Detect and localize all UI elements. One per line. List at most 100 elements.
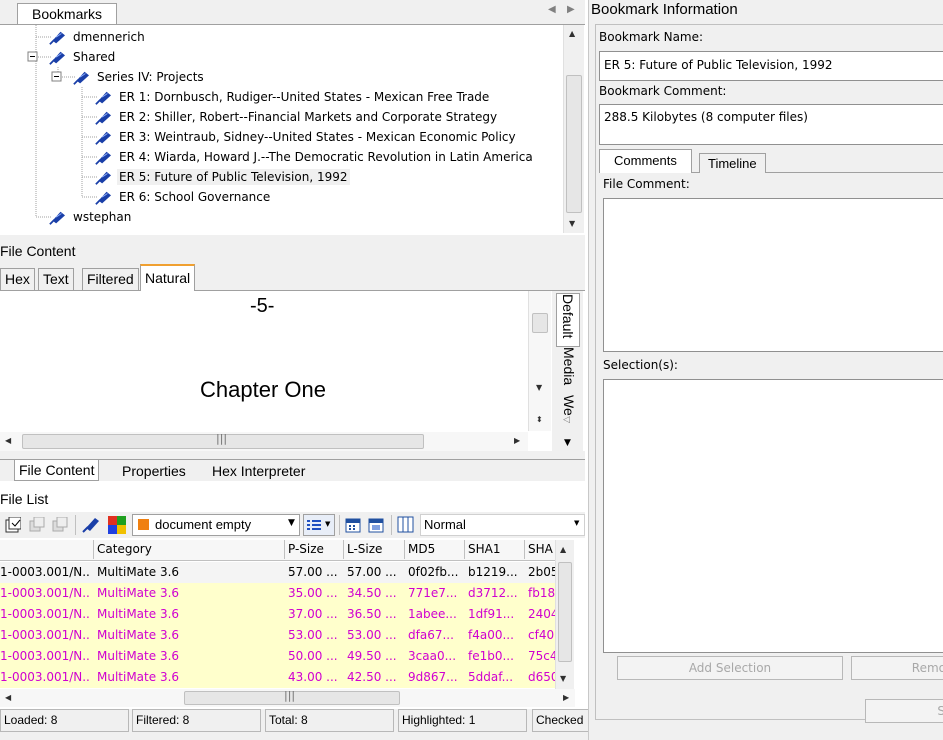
table-cell-md5: 9d867... [408, 670, 458, 684]
bookmark-tree-item[interactable]: ER 5: Future of Public Television, 1992 [94, 167, 350, 187]
tab-properties[interactable]: Properties [122, 463, 186, 479]
col-sha1-header[interactable]: SHA1 [465, 540, 525, 559]
scroll-down-icon[interactable]: ▼ [569, 219, 575, 228]
doc-scroll-updown-icon[interactable]: ⬍ [536, 415, 543, 424]
filter-dropdown-arrow-icon[interactable]: ▼ [288, 518, 295, 528]
bookmark-tree-label: ER 1: Dornbusch, Rudiger--United States … [119, 90, 490, 104]
table-cell-name: 1-0003.001/N... [0, 649, 90, 663]
view-select-arrow-icon[interactable]: ▼ [574, 519, 579, 527]
col-name-header[interactable] [0, 540, 94, 559]
table-scroll-thumb[interactable] [558, 562, 572, 662]
table-cell-sha1: fe1b0... [468, 649, 514, 663]
bookmark-comment-field[interactable]: 288.5 Kilobytes (8 computer files) [599, 104, 943, 145]
tab-hex[interactable]: Hex [0, 268, 35, 290]
view-mode-dropdown[interactable]: ▼ [303, 514, 335, 536]
calendar-icon[interactable] [345, 516, 363, 534]
table-cell-category: MultiMate 3.6 [97, 565, 180, 579]
columns-icon[interactable] [397, 516, 415, 534]
tab-text[interactable]: Text [38, 268, 74, 290]
table-cell-name: 1-0003.001/N... [0, 628, 90, 642]
tab-file-content[interactable]: File Content [14, 460, 100, 481]
side-tab-media[interactable]: Media [558, 347, 580, 385]
bookmark-tree-item[interactable]: dmennerich [48, 27, 147, 47]
bookmark-tree[interactable]: dmennerich Shared Series IV: Projects ER 1:… [0, 25, 563, 233]
table-cell-md5: 3caa0... [408, 649, 457, 663]
doc-scroll-thumb[interactable] [532, 313, 548, 333]
side-tab-we[interactable]: We [558, 395, 580, 416]
bookmark-pin-icon [94, 190, 112, 206]
table-cell-name: 1-0003.001/N... [0, 607, 90, 621]
select-all-icon[interactable] [5, 517, 21, 533]
bookmark-tree-item[interactable]: ER 6: School Governance [94, 187, 272, 207]
add-selection-button[interactable]: Add Selection [617, 656, 843, 680]
tabs-scroll-left-icon[interactable]: ◀ [548, 4, 556, 15]
bookmark-tree-item[interactable]: Shared [48, 47, 117, 67]
bookmark-tree-scrollbar[interactable]: ▲ ▼ [563, 25, 584, 233]
paste-icon[interactable] [52, 517, 68, 533]
document-view: -5- Chapter One [0, 291, 528, 431]
table-scroll-down-icon[interactable]: ▼ [560, 674, 566, 683]
bookmark-pin-icon [72, 70, 90, 86]
document-hscrollbar[interactable]: ◀ ||| ▶ [0, 432, 528, 451]
bookmark-tree-item[interactable]: ER 1: Dornbusch, Rudiger--United States … [94, 87, 491, 107]
scroll-up-icon[interactable]: ▲ [569, 29, 575, 38]
side-tab-menu-icon[interactable]: ▼ [564, 438, 571, 448]
status-checked: Checked [532, 709, 591, 732]
table-row[interactable]: 1-0003.001/N... MultiMate 3.6 57.00 ... 57.… [0, 562, 558, 583]
bookmark-name-field[interactable]: ER 5: Future of Public Television, 1992 [599, 51, 943, 81]
tab-comments[interactable]: Comments [599, 149, 692, 173]
bookmark-tree-item[interactable]: ER 4: Wiarda, Howard J.--The Democratic … [94, 147, 535, 167]
collapse-shared-icon [27, 51, 38, 62]
bottom-action-button[interactable]: S [865, 699, 943, 723]
file-table-hscrollbar[interactable]: ◀ ||| ▶ [0, 689, 575, 707]
col-lsize-header[interactable]: L-Size [344, 540, 405, 559]
document-scrollbar[interactable]: ▼ ⬍ [528, 291, 551, 431]
tab-bookmarks[interactable]: Bookmarks [17, 3, 118, 24]
file-comment-label: File Comment: [603, 177, 690, 191]
table-hscroll-right-icon[interactable]: ▶ [563, 693, 569, 702]
scroll-thumb[interactable] [566, 75, 582, 213]
bookmark-pin-icon [94, 130, 112, 146]
table-cell-lsize: 42.50 ... [347, 670, 397, 684]
tabs-scroll-right-icon[interactable]: ▶ [567, 4, 575, 15]
table-row[interactable]: 1-0003.001/N... MultiMate 3.6 50.00 ... 49.… [0, 646, 558, 667]
calendar-range-icon[interactable] [368, 516, 386, 534]
tab-timeline[interactable]: Timeline [699, 153, 766, 173]
bookmark-pin-icon[interactable] [80, 516, 100, 534]
col-md5-header[interactable]: MD5 [405, 540, 465, 559]
bookmark-tree-item[interactable]: ER 2: Shiller, Robert--Financial Markets… [94, 107, 499, 127]
side-tab-scroll-icon[interactable]: ◁ [563, 415, 570, 425]
table-hscroll-left-icon[interactable]: ◀ [5, 693, 11, 702]
file-comment-field[interactable] [603, 198, 943, 352]
view-select[interactable]: Normal ▼ [420, 514, 585, 536]
tab-natural[interactable]: Natural [140, 264, 196, 291]
bookmark-tree-item[interactable]: wstephan [48, 207, 133, 227]
copy-icon[interactable] [29, 517, 45, 533]
selections-list[interactable] [603, 379, 943, 653]
doc-scroll-down-icon[interactable]: ▼ [536, 383, 542, 392]
table-row[interactable]: 1-0003.001/N... MultiMate 3.6 35.00 ... 34.… [0, 583, 555, 604]
table-scroll-up-icon[interactable]: ▲ [560, 545, 566, 554]
tab-filtered[interactable]: Filtered [82, 268, 139, 290]
hscroll-left-icon[interactable]: ◀ [5, 436, 11, 445]
table-cell-md5: 0f02fb... [408, 565, 459, 579]
col-category-header[interactable]: Category [94, 540, 285, 559]
table-row[interactable]: 1-0003.001/N... MultiMate 3.6 37.00 ... 36.… [0, 604, 558, 625]
col-psize-header[interactable]: P-Size [285, 540, 344, 559]
color-grid-icon[interactable] [108, 516, 126, 534]
filter-color-icon [138, 519, 149, 530]
table-row[interactable]: 1-0003.001/N... MultiMate 3.6 53.00 ... 53.… [0, 625, 555, 646]
table-cell-lsize: 49.50 ... [347, 649, 397, 663]
bookmark-tree-item[interactable]: ER 3: Weintraub, Sidney--United States -… [94, 127, 518, 147]
filter-dropdown[interactable]: document empty ▼ [132, 514, 300, 536]
table-cell-sha: 75c4 [528, 649, 558, 663]
file-table-vscrollbar[interactable]: ▲ ▼ [555, 540, 574, 689]
table-cell-sha: 2404 [528, 607, 558, 621]
bookmark-tree-item[interactable]: Series IV: Projects [72, 67, 206, 87]
remove-selection-button[interactable]: Remo [851, 656, 943, 680]
table-row[interactable]: 1-0003.001/N... MultiMate 3.6 43.00 ... 42.… [0, 667, 558, 688]
tab-hex-interpreter[interactable]: Hex Interpreter [212, 463, 305, 479]
side-tab-default[interactable]: Default [556, 293, 580, 347]
bookmark-pin-icon [94, 110, 112, 126]
hscroll-right-icon[interactable]: ▶ [514, 436, 520, 445]
